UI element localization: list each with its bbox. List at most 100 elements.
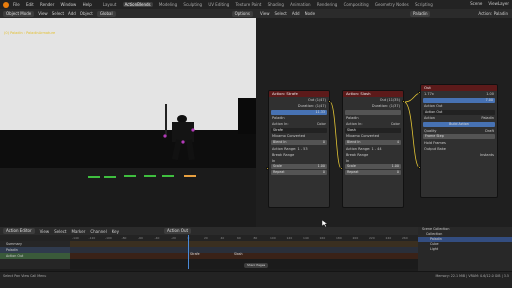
side-wall bbox=[238, 98, 256, 134]
tab-modeling[interactable]: Modeling bbox=[159, 2, 177, 7]
marker-strafe[interactable]: Strafe bbox=[190, 252, 200, 256]
menu-render[interactable]: Render bbox=[40, 2, 54, 7]
ne-menu-view[interactable]: View bbox=[260, 11, 270, 16]
vp-menu-select[interactable]: Select bbox=[52, 11, 64, 16]
node-out[interactable]: Out 1.77x 1.00 7.00 Action Out Action Out… bbox=[420, 84, 498, 198]
quality-row[interactable]: Quality Draft bbox=[421, 128, 497, 134]
strafe-out-socket[interactable] bbox=[328, 100, 331, 103]
tl-menu-select[interactable]: Select bbox=[54, 229, 66, 234]
tl-menu-key[interactable]: Key bbox=[112, 229, 119, 234]
editor-mode-dropdown[interactable]: Action Editor bbox=[3, 228, 35, 234]
tab-actionblends[interactable]: ActionBlends bbox=[122, 2, 153, 7]
action-editor[interactable]: -140-120-100-80-60-40-200204060801001201… bbox=[0, 235, 418, 269]
marker-slash[interactable]: Slash bbox=[234, 252, 243, 256]
out-in-socket[interactable] bbox=[418, 91, 421, 94]
vp-menu-object[interactable]: Object bbox=[80, 11, 93, 16]
node-action-in-row: Action In: Color bbox=[272, 122, 326, 127]
out-action-field[interactable]: Action Out bbox=[423, 109, 495, 115]
tl-menu-view[interactable]: View bbox=[40, 229, 50, 234]
ne-menu-node[interactable]: Node bbox=[305, 11, 315, 16]
view-layer-selector[interactable]: ViewLayer bbox=[488, 1, 509, 6]
options-button[interactable]: Options bbox=[231, 10, 253, 17]
node-frame-field[interactable]: 11.33 bbox=[271, 109, 327, 115]
vp-menu-add[interactable]: Add bbox=[68, 11, 76, 16]
tab-texture-paint[interactable]: Texture Paint bbox=[236, 2, 262, 7]
blender-logo-icon[interactable] bbox=[3, 1, 9, 8]
vp-menu-view[interactable]: View bbox=[38, 11, 48, 16]
playhead[interactable] bbox=[188, 235, 189, 269]
ruler-tick: -140 bbox=[72, 235, 79, 240]
outliner-light[interactable]: Light bbox=[418, 247, 512, 252]
ruler-tick: -120 bbox=[88, 235, 96, 240]
viewport-header: Object Mode View Select Add Object Globa… bbox=[0, 9, 256, 18]
main-menu: File Edit Render Window Help bbox=[13, 2, 97, 7]
object-selector[interactable]: Paladin bbox=[410, 10, 431, 17]
transform-orientation-dropdown[interactable]: Global bbox=[96, 10, 116, 17]
workspace-tabs: Layout ActionBlends Modeling Sculpting U… bbox=[103, 2, 438, 7]
node-repeat-field[interactable]: Repeat 0 bbox=[271, 169, 327, 175]
tab-uv-editing[interactable]: UV Editing bbox=[208, 2, 229, 7]
node-frame-field[interactable] bbox=[345, 109, 401, 115]
node-action-in-row: Action In: Color bbox=[346, 122, 400, 127]
ruler-tick: -100 bbox=[105, 235, 112, 240]
ruler-tick: 140 bbox=[303, 235, 309, 240]
ruler-tick: -40 bbox=[154, 235, 160, 240]
node-editor[interactable]: Action: Strafe Out (1/47) Duration: (1/4… bbox=[256, 18, 512, 227]
tab-geometry-nodes[interactable]: Geometry Nodes bbox=[375, 2, 409, 7]
action-selector[interactable]: Action Out bbox=[164, 228, 192, 234]
node-repeat-field[interactable]: Repeat 0 bbox=[345, 169, 401, 175]
timeline-ghosts bbox=[88, 175, 196, 178]
node-scale-field[interactable]: Scale 1.00 bbox=[271, 164, 327, 170]
node-blend-in-field[interactable]: Blend In 0 bbox=[271, 139, 327, 145]
out-object-row[interactable]: Action Paladin bbox=[421, 115, 497, 121]
ruler-tick: 260 bbox=[402, 235, 408, 240]
tl-menu-channel[interactable]: Channel bbox=[90, 229, 106, 234]
viewport-object-label: (0) Paladin : PaladinArmature bbox=[4, 31, 56, 35]
ruler-tick: 20 bbox=[204, 235, 208, 240]
tab-compositing[interactable]: Compositing bbox=[344, 2, 369, 7]
tab-sculpting[interactable]: Sculpting bbox=[183, 2, 202, 7]
tab-rendering[interactable]: Rendering bbox=[317, 2, 337, 7]
3d-viewport[interactable]: (0) Paladin : PaladinArmature bbox=[0, 18, 256, 227]
node-action-slash[interactable]: Action: Slash Out (11/35) Duration: (1/3… bbox=[342, 90, 404, 208]
node-action-field[interactable]: Slash bbox=[345, 127, 401, 133]
node-action-strafe[interactable]: Action: Strafe Out (1/47) Duration: (1/4… bbox=[268, 90, 330, 208]
ne-menu-add[interactable]: Add bbox=[292, 11, 300, 16]
out-frame-field[interactable]: 7.00 bbox=[423, 97, 495, 103]
scene-selectors: Scene ViewLayer bbox=[470, 1, 509, 6]
node-action-field[interactable]: Strafe bbox=[271, 127, 327, 133]
tab-layout[interactable]: Layout bbox=[103, 2, 117, 7]
current-frame-badge[interactable]: Sharc Pages bbox=[244, 263, 269, 268]
node-mixamo-row[interactable]: Mixamo Converted bbox=[343, 133, 403, 139]
scene-selector[interactable]: Scene bbox=[470, 1, 482, 6]
slash-in-socket[interactable] bbox=[340, 167, 343, 170]
node-mixamo-row[interactable]: Mixamo Converted bbox=[269, 133, 329, 139]
build-action-button[interactable]: Build Action bbox=[423, 121, 495, 127]
node-blend-in-field[interactable]: Blend In 4 bbox=[345, 139, 401, 145]
channel-action-out[interactable]: Action Out bbox=[0, 253, 70, 259]
object-mode-dropdown[interactable]: Object Mode bbox=[3, 10, 35, 17]
tab-animation[interactable]: Animation bbox=[290, 2, 310, 7]
tl-menu-marker[interactable]: Marker bbox=[71, 229, 85, 234]
viewport-scene bbox=[0, 18, 256, 178]
ruler-tick: -60 bbox=[138, 235, 143, 240]
tab-scripting[interactable]: Scripting bbox=[415, 2, 433, 7]
outliner[interactable]: Scene Collection Collection Paladin Cube… bbox=[418, 227, 512, 271]
slash-out-socket[interactable] bbox=[402, 100, 405, 103]
menu-help[interactable]: Help bbox=[83, 2, 92, 7]
node-duration: Duration: (1/37) bbox=[371, 104, 400, 108]
ruler-tick: 200 bbox=[352, 235, 359, 240]
strafe-in-socket[interactable] bbox=[266, 167, 269, 170]
tab-shading[interactable]: Shading bbox=[268, 2, 284, 7]
ne-menu-select[interactable]: Select bbox=[275, 11, 287, 16]
ruler-tick: 80 bbox=[253, 235, 258, 240]
menu-file[interactable]: File bbox=[13, 2, 20, 7]
instants-row: Instants bbox=[479, 152, 494, 157]
menu-edit[interactable]: Edit bbox=[26, 2, 34, 7]
menu-window[interactable]: Window bbox=[61, 2, 77, 7]
node-scale-field[interactable]: Scale 1.00 bbox=[345, 164, 401, 170]
status-hints: Select Pan View Call Menu bbox=[3, 274, 47, 278]
out-in-socket-2[interactable] bbox=[418, 166, 421, 169]
action-label: Action: Paladin bbox=[478, 11, 508, 16]
frame-step-field[interactable]: Frame Step bbox=[423, 134, 495, 140]
